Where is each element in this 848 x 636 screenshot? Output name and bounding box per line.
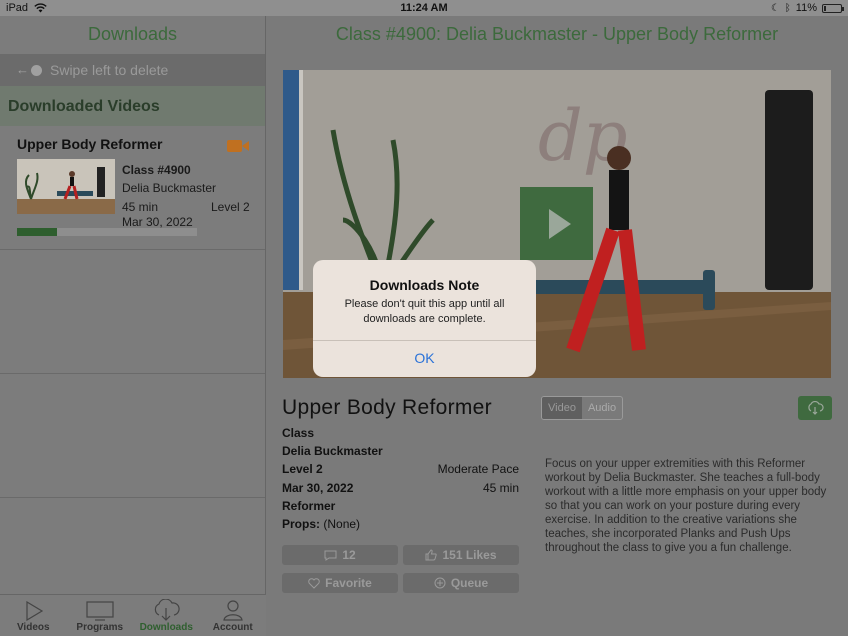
likes-button[interactable]: 151 Likes (403, 545, 519, 565)
tab-label: Programs (76, 622, 124, 633)
swipe-hint: ← Swipe left to delete (0, 54, 265, 86)
download-duration: 45 min (122, 200, 159, 214)
battery-percent: 11% (795, 2, 817, 14)
list-item (0, 374, 265, 498)
play-icon (26, 601, 44, 621)
tab-label: Account (212, 622, 253, 633)
downloaded-video-item[interactable]: Upper Body Reformer Class #4900 Delia Bu… (0, 126, 265, 250)
play-icon (549, 209, 571, 239)
thumbs-up-icon (425, 549, 438, 561)
queue-label: Queue (450, 576, 489, 590)
downloads-sidebar: Downloads ← Swipe left to delete Downloa… (0, 16, 266, 636)
class-description: Focus on your upper extremities with thi… (545, 458, 827, 554)
download-instructor: Delia Buckmaster (122, 181, 217, 195)
download-level: Level 2 (211, 200, 250, 214)
page-title: Class #4900: Delia Buckmaster - Upper Bo… (335, 24, 779, 44)
ok-button[interactable]: OK (313, 340, 536, 377)
download-class-number: Class #4900 (122, 163, 191, 177)
class-duration: 45 min (482, 481, 519, 495)
tv-icon (86, 601, 114, 621)
class-name: Upper Body Reformer (282, 396, 492, 419)
status-bar: iPad 11:24 AM ☾ ᛒ 11% (0, 0, 848, 16)
favorite-label: Favorite (325, 576, 372, 590)
tab-label: Videos (16, 622, 50, 633)
class-type: Class (282, 426, 315, 440)
section-header: Downloaded Videos (0, 86, 265, 126)
dialog-title: Downloads Note (369, 277, 480, 293)
plus-circle-icon (434, 577, 446, 589)
person-icon (223, 600, 243, 621)
download-date: Mar 30, 2022 (122, 215, 193, 229)
download-progress-fill (17, 228, 57, 236)
dialog-message: Please don't quit this app until all dow… (344, 298, 505, 325)
likes-label: 151 Likes (442, 548, 497, 562)
sidebar-title: Downloads (87, 24, 178, 44)
favorite-button[interactable]: Favorite (282, 573, 398, 593)
cloud-download-icon (155, 599, 180, 621)
tab-videos[interactable]: Videos (0, 595, 67, 636)
tab-label: Downloads (139, 622, 193, 633)
downloads-alert-dialog: Downloads Note Please don't quit this ap… (313, 260, 536, 377)
moon-icon: ☾ (770, 2, 780, 14)
cloud-download-icon (808, 401, 824, 415)
download-button[interactable] (798, 396, 832, 420)
swipe-hint-text: Swipe left to delete (50, 62, 169, 78)
props-row: Props: (None) (282, 517, 360, 531)
download-thumbnail (17, 159, 115, 214)
queue-button[interactable]: Queue (403, 573, 519, 593)
battery-icon (822, 3, 844, 13)
comments-count: 12 (342, 548, 356, 562)
tab-bar: Videos Programs Downloads Account (0, 594, 266, 636)
props-value: (None) (323, 517, 361, 531)
instructor-name[interactable]: Delia Buckmaster (282, 444, 383, 458)
props-label: Props: (282, 517, 321, 531)
play-button[interactable] (520, 187, 593, 260)
video-toggle[interactable]: Video (542, 397, 582, 419)
class-pace: Moderate Pace (437, 462, 519, 476)
list-item (0, 250, 265, 374)
download-progress-bar (17, 228, 197, 236)
download-title: Upper Body Reformer (17, 136, 163, 152)
heart-icon (308, 577, 320, 589)
comment-icon (324, 550, 337, 561)
class-level: Level 2 (282, 462, 323, 476)
class-date: Mar 30, 2022 (282, 481, 354, 495)
tab-account[interactable]: Account (200, 595, 267, 636)
video-camera-icon (227, 140, 249, 152)
audio-toggle[interactable]: Audio (582, 397, 622, 419)
clock: 11:24 AM (400, 2, 448, 14)
bluetooth-icon: ᛒ (784, 2, 791, 14)
class-equipment: Reformer (282, 499, 336, 513)
tab-downloads[interactable]: Downloads (133, 595, 200, 636)
media-toggle: Video Audio (541, 396, 624, 420)
tab-programs[interactable]: Programs (67, 595, 134, 636)
comments-button[interactable]: 12 (282, 545, 398, 565)
swipe-left-icon: ← (16, 63, 42, 77)
